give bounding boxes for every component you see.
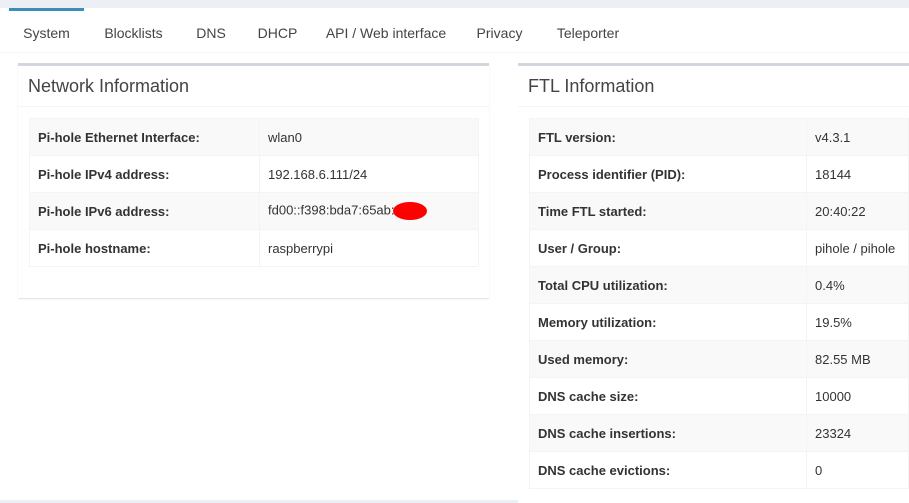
row-value: v4.3.1 — [806, 118, 909, 156]
table-row: Pi-hole IPv6 address: fd00::f398:bda7:65… — [29, 192, 479, 230]
table-row: Total CPU utilization: 0.4% — [529, 266, 909, 304]
table-row: Pi-hole IPv4 address: 192.168.6.111/24 — [29, 155, 479, 193]
tab-content: Network Information Pi-hole Ethernet Int… — [0, 53, 909, 503]
ftl-info-table: FTL version: v4.3.1 Process identifier (… — [529, 118, 909, 489]
row-label: Pi-hole Ethernet Interface: — [29, 118, 260, 156]
table-row: FTL version: v4.3.1 — [529, 118, 909, 156]
row-label: Pi-hole hostname: — [29, 229, 260, 267]
redaction-mark — [392, 202, 427, 220]
row-value: 20:40:22 — [806, 192, 909, 230]
tab-api-web-interface[interactable]: API / Web interface — [320, 8, 452, 52]
settings-tabs: System Blocklists DNS DHCP API / Web int… — [0, 8, 909, 53]
row-label: Total CPU utilization: — [529, 266, 807, 304]
panel-title: FTL Information — [528, 76, 655, 96]
row-label: Pi-hole IPv6 address: — [29, 192, 260, 230]
table-row: Process identifier (PID): 18144 — [529, 155, 909, 193]
table-row: DNS cache size: 10000 — [529, 377, 909, 415]
table-row: Time FTL started: 20:40:22 — [529, 192, 909, 230]
row-label: DNS cache size: — [529, 377, 807, 415]
network-information-panel: Network Information Pi-hole Ethernet Int… — [18, 63, 489, 298]
row-value: 0 — [806, 451, 909, 489]
row-label: DNS cache evictions: — [529, 451, 807, 489]
table-row: Pi-hole Ethernet Interface: wlan0 — [29, 118, 479, 156]
tab-dns[interactable]: DNS — [186, 8, 236, 52]
tab-dhcp[interactable]: DHCP — [250, 8, 305, 52]
row-label: Memory utilization: — [529, 303, 807, 341]
row-value: 18144 — [806, 155, 909, 193]
panel-divider — [518, 106, 909, 107]
table-row: DNS cache insertions: 23324 — [529, 414, 909, 452]
table-row: User / Group: pihole / pihole — [529, 229, 909, 267]
row-label: FTL version: — [529, 118, 807, 156]
ipv6-value: fd00::f398:bda7:65ab: — [268, 202, 395, 218]
row-label: User / Group: — [529, 229, 807, 267]
row-label: Time FTL started: — [529, 192, 807, 230]
tab-teleporter[interactable]: Teleporter — [548, 8, 628, 52]
table-row: Pi-hole hostname: raspberrypi — [29, 229, 479, 267]
network-info-table: Pi-hole Ethernet Interface: wlan0 Pi-hol… — [29, 118, 479, 267]
row-value: 192.168.6.111/24 — [259, 155, 479, 193]
tab-system[interactable]: System — [9, 8, 84, 55]
row-label: Used memory: — [529, 340, 807, 378]
ftl-information-panel: FTL Information FTL version: v4.3.1 Proc… — [518, 63, 909, 503]
row-value: 0.4% — [806, 266, 909, 304]
row-value: 19.5% — [806, 303, 909, 341]
table-row: DNS cache evictions: 0 — [529, 451, 909, 489]
row-value: 23324 — [806, 414, 909, 452]
row-value: wlan0 — [259, 118, 479, 156]
row-value: raspberrypi — [259, 229, 479, 267]
row-label: Pi-hole IPv4 address: — [29, 155, 260, 193]
row-label: Process identifier (PID): — [529, 155, 807, 193]
table-row: Used memory: 82.55 MB — [529, 340, 909, 378]
row-value: 82.55 MB — [806, 340, 909, 378]
panel-title: Network Information — [28, 76, 190, 96]
panel-divider — [18, 106, 489, 107]
row-value: pihole / pihole — [806, 229, 909, 267]
row-label: DNS cache insertions: — [529, 414, 807, 452]
row-value: 10000 — [806, 377, 909, 415]
table-row: Memory utilization: 19.5% — [529, 303, 909, 341]
tab-blocklists[interactable]: Blocklists — [92, 8, 175, 52]
tab-privacy[interactable]: Privacy — [468, 8, 531, 52]
row-value: fd00::f398:bda7:65ab: — [259, 192, 479, 230]
